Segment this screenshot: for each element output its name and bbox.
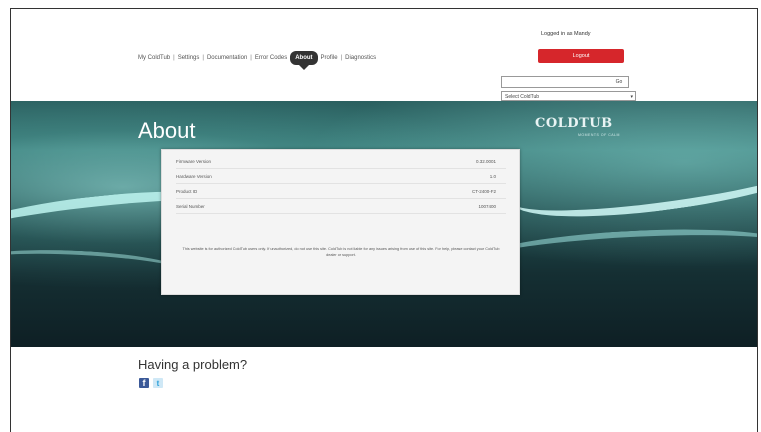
info-row-product-id: Product ID CT-2400-F2 — [176, 189, 506, 199]
info-row-hardware: Hardware Version 1.0 — [176, 174, 506, 184]
nav-settings[interactable]: Settings — [178, 55, 200, 61]
nav-about[interactable]: About — [290, 51, 318, 65]
nav-separator: | — [250, 55, 252, 61]
hero-banner: About COLDTUB MOMENTS OF CALM Firmware V… — [11, 101, 757, 347]
info-label: Firmware Version — [176, 159, 212, 164]
info-label: Hardware Version — [176, 174, 212, 179]
page-frame: My ColdTub | Settings | Documentation | … — [10, 8, 758, 432]
info-value: 0.32.0001 — [475, 159, 496, 164]
nav-documentation[interactable]: Documentation — [207, 55, 247, 61]
main-nav: My ColdTub | Settings | Documentation | … — [138, 51, 376, 70]
info-row-firmware: Firmware Version 0.32.0001 — [176, 159, 506, 169]
nav-profile[interactable]: Profile — [321, 55, 338, 61]
twitter-icon[interactable]: t — [153, 378, 163, 388]
logged-in-status: Logged in as Mandy — [541, 31, 591, 37]
nav-separator: | — [173, 55, 175, 61]
nav-my-coldtub[interactable]: My ColdTub — [138, 55, 170, 61]
nav-about-wrapper: About — [290, 51, 318, 70]
info-label: Product ID — [176, 189, 198, 194]
coldtub-logo: COLDTUB — [535, 116, 613, 131]
info-value: 1.0 — [489, 174, 496, 179]
coldtub-select-value: Select ColdTub — [505, 94, 539, 100]
facebook-icon[interactable]: f — [139, 378, 149, 388]
nav-separator: | — [340, 55, 343, 61]
nav-diagnostics[interactable]: Diagnostics — [345, 55, 376, 61]
info-value: CT-2400-F2 — [471, 189, 496, 194]
info-value: 1007400 — [478, 204, 496, 209]
wave-decoration — [508, 129, 757, 231]
nav-error-codes[interactable]: Error Codes — [255, 55, 287, 61]
info-row-serial: Serial Number 1007400 — [176, 204, 506, 214]
coldtub-logo-tagline: MOMENTS OF CALM — [578, 133, 620, 137]
search-button[interactable]: Go — [609, 77, 629, 87]
page-title: About — [138, 118, 196, 143]
nav-separator: | — [202, 55, 204, 61]
problem-heading: Having a problem? — [138, 357, 248, 372]
about-info-panel: Firmware Version 0.32.0001 Hardware Vers… — [161, 149, 520, 295]
info-label: Serial Number — [176, 204, 205, 209]
logout-button[interactable]: Logout — [538, 49, 624, 63]
coldtub-select[interactable]: Select ColdTub ▾ — [501, 91, 636, 101]
disclaimer-text: This website is for authorized ColdTub u… — [182, 247, 500, 257]
